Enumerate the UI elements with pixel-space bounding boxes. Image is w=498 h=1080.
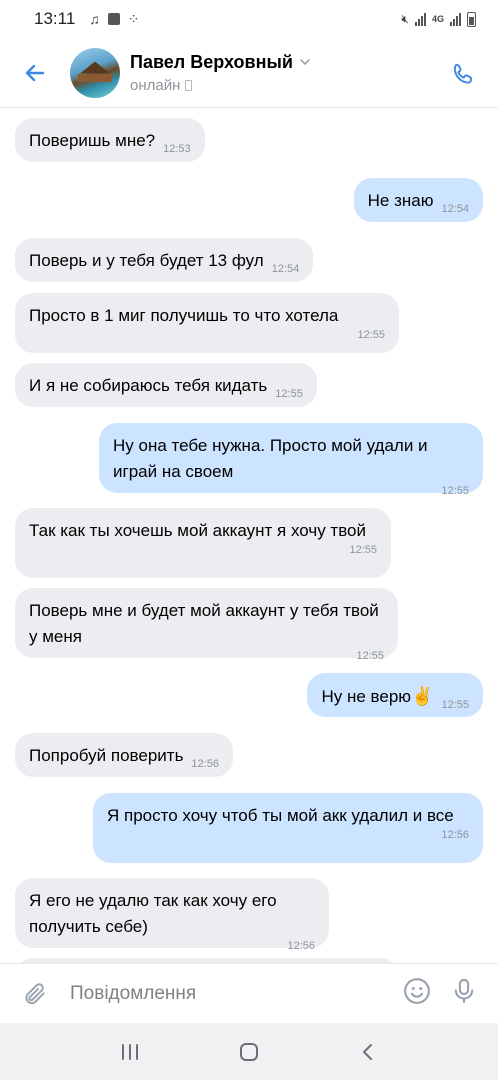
message-incoming[interactable]: Попробуй поверить 12:56: [15, 733, 233, 777]
grid-notification-icon: ⁘: [127, 10, 140, 27]
message-time: 12:56: [191, 758, 219, 770]
status-time: 13:11: [34, 9, 76, 28]
back-button[interactable]: [0, 38, 70, 108]
message-input[interactable]: Повідомлення: [70, 983, 402, 1005]
message-incoming[interactable]: Так как ты хочешь мой аккаунт я хочу тво…: [15, 508, 391, 578]
message-time: 12:53: [163, 143, 191, 155]
message-time: 12:56: [441, 829, 469, 841]
home-button[interactable]: [229, 1032, 269, 1072]
recent-apps-icon: [121, 1043, 138, 1060]
phone-icon: [453, 63, 473, 84]
attach-button[interactable]: [0, 964, 70, 1024]
message-time: 12:55: [441, 699, 469, 711]
online-status: онлайн: [130, 76, 181, 94]
message-time: 12:55: [357, 329, 385, 341]
signal-icon-2: [450, 12, 461, 26]
signal-icon: [414, 12, 426, 26]
message-incoming[interactable]: Я его не удалю так как хочу его получить…: [15, 878, 329, 952]
message-incoming[interactable]: Просто в 1 миг получишь то что хотела 12…: [15, 293, 399, 353]
chevron-left-icon: [363, 1043, 373, 1060]
message-time: 12:55: [356, 650, 384, 662]
voice-button[interactable]: [450, 976, 478, 1011]
music-note-icon: ♫: [89, 11, 100, 27]
checkbox-notification-icon: [107, 13, 120, 25]
chevron-down-icon: [300, 59, 310, 66]
message-incoming[interactable]: И я не собираюсь тебя кидать 12:55: [15, 363, 317, 407]
paperclip-icon: [25, 982, 45, 1004]
message-outgoing[interactable]: Не знаю 12:54: [353, 178, 483, 222]
message-outgoing[interactable]: Я просто хочу чтоб ты мой акк удалил и в…: [93, 793, 483, 863]
contact-name: Павел Верховный: [130, 51, 293, 72]
avatar[interactable]: [70, 47, 120, 98]
mute-icon: 🔇︎: [401, 11, 409, 26]
call-button[interactable]: [444, 54, 484, 94]
arrow-left-icon: [25, 64, 45, 81]
microphone-icon: [454, 978, 474, 1004]
message-outgoing[interactable]: Ну не верю✌️ 12:55: [307, 673, 483, 717]
system-nav-bar: [0, 1023, 498, 1080]
message-composer: Повідомлення: [0, 963, 498, 1023]
message-time: 12:54: [441, 203, 469, 215]
message-time: 12:54: [271, 263, 300, 275]
smile-icon: [404, 978, 430, 1004]
home-icon: [239, 1042, 258, 1061]
chat-title[interactable]: Павел Верховный онлайн: [130, 52, 311, 94]
message-list[interactable]: Поверишь мне? 12:53 Не знаю 12:54 Поверь и…: [0, 108, 498, 963]
message-time: 12:55: [441, 485, 469, 497]
victory-hand-emoji: ✌️: [411, 686, 434, 706]
message-incoming[interactable]: Поверь мне и будет мой аккаунт у тебя тв…: [15, 588, 398, 662]
message-time: 12:55: [275, 388, 303, 400]
battery-icon: [467, 11, 476, 27]
back-nav-button[interactable]: [348, 1032, 388, 1072]
status-bar: 13:11 ♫ ⁘ 🔇︎ 4G: [0, 0, 498, 38]
message-outgoing[interactable]: Ну она тебе нужна. Просто мой удали и иг…: [99, 423, 483, 497]
message-time: 12:56: [287, 940, 315, 952]
message-incoming[interactable]: Поверишь мне? 12:53: [15, 118, 205, 162]
emoji-button[interactable]: [402, 976, 432, 1011]
network-type: 4G: [431, 14, 444, 24]
message-incoming[interactable]: Поверь и у тебя будет 13 фул 12:54: [15, 238, 314, 282]
chat-header: Павел Верховный онлайн: [0, 38, 498, 108]
mobile-icon: [185, 79, 193, 91]
recent-apps-button[interactable]: [110, 1032, 150, 1072]
message-time: 12:55: [349, 544, 377, 556]
